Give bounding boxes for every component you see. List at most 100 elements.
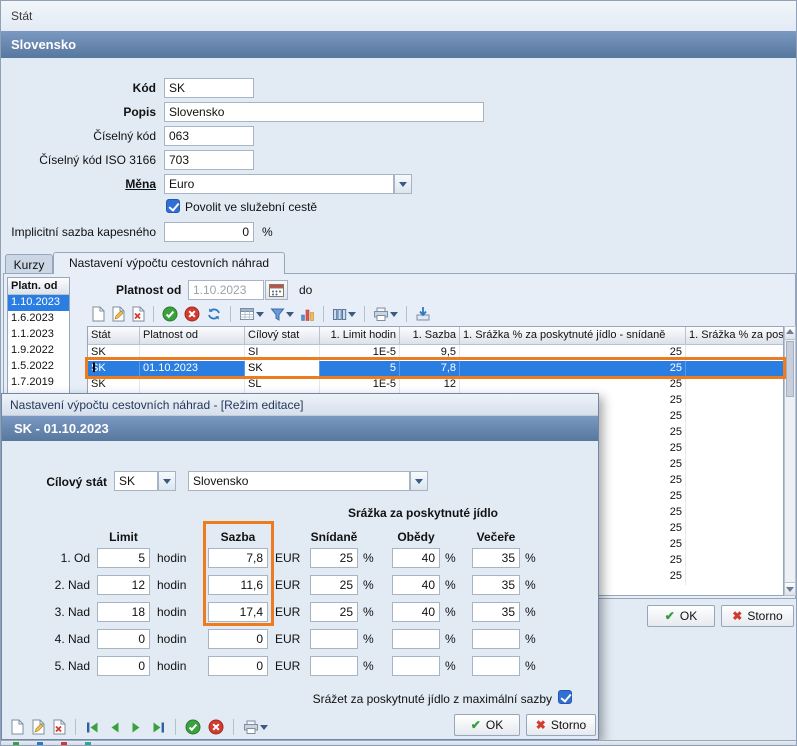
- snidane-input[interactable]: 25: [310, 548, 358, 568]
- table-row[interactable]: SKSI1E-59,525: [88, 345, 783, 361]
- mena-input[interactable]: Euro: [164, 174, 394, 194]
- calendar-button[interactable]: [265, 280, 288, 300]
- sazba-input[interactable]: 0: [208, 656, 268, 676]
- validity-item[interactable]: 1.5.2022: [8, 359, 69, 375]
- popis-label: Popis: [1, 105, 156, 119]
- new-record-button[interactable]: [8, 717, 26, 737]
- table-row-selected[interactable]: SK01.10.2023SK57,825: [88, 361, 783, 377]
- popis-input[interactable]: Slovensko: [164, 102, 484, 122]
- limit-input[interactable]: 0: [97, 629, 150, 649]
- print-button[interactable]: [241, 717, 270, 737]
- cilovy-name-dropdown[interactable]: [410, 471, 428, 491]
- cilovy-code-input[interactable]: SK: [114, 471, 158, 491]
- taskbar-icon-blue[interactable]: [37, 742, 43, 746]
- sazba-input[interactable]: 11,6: [208, 575, 268, 595]
- obedy-input[interactable]: 40: [392, 548, 440, 568]
- taskbar-icon-red[interactable]: [61, 742, 67, 746]
- eur-label: EUR: [275, 605, 300, 619]
- print-button[interactable]: [371, 304, 400, 324]
- limit-input[interactable]: 5: [97, 548, 150, 568]
- last-record-button[interactable]: [149, 717, 168, 737]
- mena-label[interactable]: Měna: [1, 177, 156, 191]
- limit-input[interactable]: 0: [97, 656, 150, 676]
- scroll-down-button[interactable]: [785, 582, 795, 595]
- obedy-input[interactable]: 40: [392, 575, 440, 595]
- obedy-input[interactable]: [392, 656, 440, 676]
- col-stat[interactable]: Stát: [88, 327, 140, 345]
- col-sazba[interactable]: 1. Sazba: [400, 327, 460, 345]
- filter-button[interactable]: [268, 304, 296, 324]
- view-select-button[interactable]: [237, 304, 266, 324]
- vecere-input[interactable]: [472, 656, 520, 676]
- srazet-checkbox[interactable]: [558, 690, 572, 704]
- cancel-button[interactable]: [206, 717, 226, 737]
- mena-dropdown[interactable]: [394, 174, 412, 194]
- filter-chart-button[interactable]: [298, 304, 317, 324]
- obedy-input[interactable]: 40: [392, 602, 440, 622]
- dialog-ok-button[interactable]: ✔ OK: [454, 714, 520, 736]
- edit-cell[interactable]: SK: [245, 361, 320, 377]
- snidane-input[interactable]: [310, 656, 358, 676]
- dialog-storno-button[interactable]: ✖ Storno: [526, 714, 596, 736]
- sazba-input[interactable]: 7,8: [208, 548, 268, 568]
- edit-record-button[interactable]: [109, 304, 127, 324]
- refresh-button[interactable]: [204, 304, 224, 324]
- tab-nahrady[interactable]: Nastavení výpočtu cestovních náhrad: [53, 252, 285, 274]
- hodin-label: hodin: [157, 659, 186, 673]
- cilovy-name-input[interactable]: Slovensko: [188, 471, 410, 491]
- prev-record-button[interactable]: [105, 717, 124, 737]
- scroll-up-button[interactable]: [785, 327, 795, 340]
- col-srazka-snidane[interactable]: 1. Srážka % za poskytnuté jídlo - snídan…: [460, 327, 686, 345]
- delete-record-button[interactable]: [129, 304, 147, 324]
- kod-input[interactable]: SK: [164, 78, 254, 98]
- taskbar-icon-green[interactable]: [13, 742, 19, 746]
- iso-kod-input[interactable]: 703: [164, 150, 254, 170]
- col-cilovy[interactable]: Cílový stat: [245, 327, 320, 345]
- validity-item[interactable]: 1.7.2019: [8, 375, 69, 391]
- povolit-checkbox[interactable]: [166, 199, 180, 213]
- main-storno-button[interactable]: ✖ Storno: [721, 605, 794, 627]
- nav-last-icon: [151, 720, 166, 735]
- validity-item[interactable]: 1.10.2023: [8, 295, 69, 311]
- first-record-button[interactable]: [83, 717, 102, 737]
- kapesne-input[interactable]: 0: [164, 222, 254, 242]
- cilovy-code-dropdown[interactable]: [158, 471, 176, 491]
- scrollbar-thumb[interactable]: [786, 341, 794, 397]
- validity-item[interactable]: 1.9.2022: [8, 343, 69, 359]
- vecere-input[interactable]: 35: [472, 602, 520, 622]
- tab-kurzy[interactable]: Kurzy: [5, 254, 53, 273]
- table-row[interactable]: SKSL1E-51225: [88, 377, 783, 393]
- obedy-input[interactable]: [392, 629, 440, 649]
- edit-record-button[interactable]: [29, 717, 47, 737]
- new-record-button[interactable]: [89, 304, 107, 324]
- validity-item[interactable]: 1.6.2023: [8, 311, 69, 327]
- delete-record-button[interactable]: [50, 717, 68, 737]
- validity-item[interactable]: 1.1.2023: [8, 327, 69, 343]
- col-srazka-2[interactable]: 1. Srážka % za pos: [686, 327, 784, 345]
- sazba-input[interactable]: 0: [208, 629, 268, 649]
- col-limit[interactable]: 1. Limit hodin: [320, 327, 400, 345]
- columns-button[interactable]: [330, 304, 358, 324]
- ciselny-kod-input[interactable]: 063: [164, 126, 254, 146]
- sazba-input[interactable]: 17,4: [208, 602, 268, 622]
- snidane-input[interactable]: [310, 629, 358, 649]
- vecere-input[interactable]: 35: [472, 548, 520, 568]
- srazet-checkbox-label: Srážet za poskytnuté jídlo z maximální s…: [152, 692, 552, 706]
- grid-scrollbar[interactable]: [784, 326, 796, 596]
- confirm-button[interactable]: [160, 304, 180, 324]
- vecere-input[interactable]: 35: [472, 575, 520, 595]
- platnost-od-input[interactable]: 1.10.2023: [188, 280, 264, 300]
- window-titlebar: Stát: [1, 1, 797, 31]
- col-platnost[interactable]: Platnost od: [140, 327, 245, 345]
- next-record-button[interactable]: [127, 717, 146, 737]
- main-ok-button[interactable]: ✔ OK: [647, 605, 715, 627]
- export-button[interactable]: [413, 304, 433, 324]
- vecere-input[interactable]: [472, 629, 520, 649]
- confirm-button[interactable]: [183, 717, 203, 737]
- taskbar-icon-teal[interactable]: [85, 742, 91, 746]
- cancel-button[interactable]: [182, 304, 202, 324]
- limit-input[interactable]: 18: [97, 602, 150, 622]
- snidane-input[interactable]: 25: [310, 575, 358, 595]
- limit-input[interactable]: 12: [97, 575, 150, 595]
- snidane-input[interactable]: 25: [310, 602, 358, 622]
